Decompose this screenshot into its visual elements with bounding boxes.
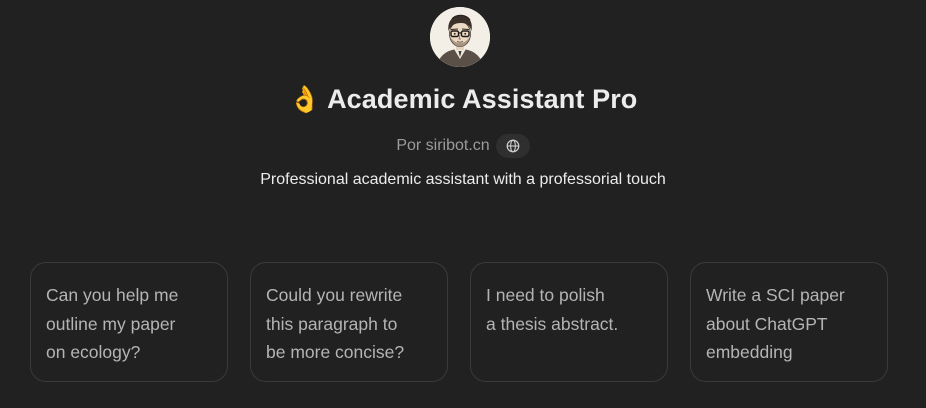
gpt-profile-page: 👌 Academic Assistant Pro Por siribot.cn P…: [0, 0, 926, 408]
starter-line: embedding: [706, 342, 793, 362]
starter-line: Write a SCI paper: [706, 285, 845, 305]
globe-icon: [506, 139, 520, 153]
starter-line: on ecology?: [46, 342, 141, 362]
professor-avatar: [430, 7, 490, 67]
gpt-title: 👌 Academic Assistant Pro: [0, 84, 926, 115]
gpt-description: Professional academic assistant with a p…: [260, 171, 666, 188]
starter-line: this paragraph to: [266, 313, 398, 334]
starter-line: be more concise?: [266, 342, 405, 362]
conversation-starter-card[interactable]: Write a SCI paper about ChatGPT embeddin…: [690, 262, 888, 382]
starter-line: Could you rewrite: [266, 285, 403, 305]
gpt-title-text: Academic Assistant Pro: [327, 84, 638, 114]
starter-line: a thesis abstract.: [486, 313, 619, 334]
conversation-starter-card[interactable]: Could you rewrite this paragraph to be m…: [250, 262, 448, 382]
professor-portrait-icon: [430, 7, 490, 67]
ok-hand-icon: 👌: [288, 84, 322, 114]
conversation-starter-card[interactable]: Can you help me outline my paper on ecol…: [30, 262, 228, 382]
website-link-button[interactable]: [495, 134, 530, 158]
author-byline-text: Por siribot.cn: [396, 137, 490, 154]
starter-line: about ChatGPT: [706, 313, 828, 334]
starter-line: outline my paper: [46, 313, 176, 334]
starter-line: Can you help me: [46, 285, 179, 305]
starter-line: I need to polish: [486, 285, 605, 305]
author-byline: Por siribot.cn: [0, 133, 926, 159]
conversation-starter-card[interactable]: I need to polish a thesis abstract.: [470, 262, 668, 382]
